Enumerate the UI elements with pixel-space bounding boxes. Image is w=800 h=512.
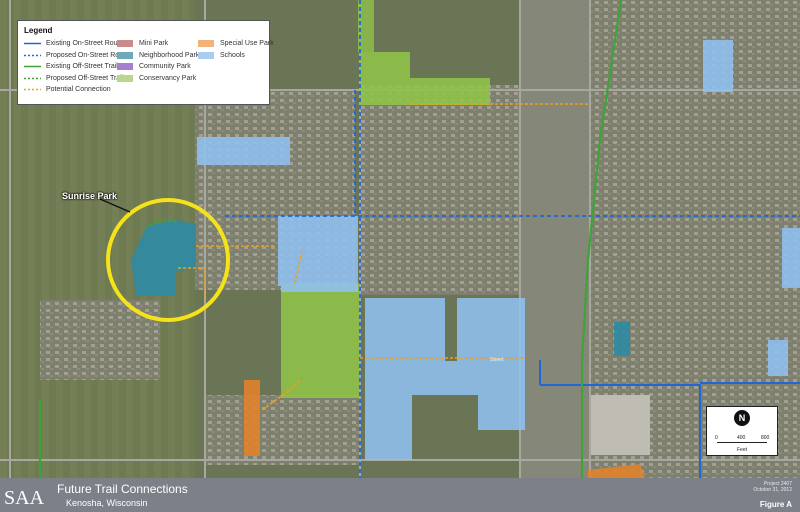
scale-bar: [717, 442, 767, 443]
conservancy-park-central: [281, 283, 360, 398]
legend-swatch: [198, 51, 214, 59]
project-date: October 31, 2012: [753, 487, 792, 493]
school: [278, 216, 358, 292]
mobile-home-park: [590, 395, 650, 455]
legend-swatch: [117, 74, 133, 82]
school: [703, 40, 733, 92]
legend-line-symbol: [24, 65, 41, 68]
school: [768, 340, 788, 376]
legend-line-symbol: [24, 42, 41, 45]
school: [197, 137, 290, 165]
commercial-area: [520, 0, 590, 478]
legend-item-label: Community Park: [139, 63, 191, 70]
legend-item-label: Neighborhood Park: [139, 51, 200, 59]
legend-item-label: Existing On-Street Route: [46, 40, 124, 47]
legend: Legend Existing On-Street Route Proposed …: [17, 20, 274, 105]
special-use-park: [244, 380, 260, 456]
legend-swatch: [117, 51, 133, 59]
legend-line-symbol: [24, 54, 41, 56]
legend-item-label: Schools: [220, 51, 245, 59]
legend-line-symbol: [24, 77, 41, 79]
legend-item-label: Special Use Park: [220, 40, 274, 47]
legend-item-label: Mini Park: [139, 40, 169, 47]
legend-item-label: Proposed Off-Street Trail: [46, 74, 124, 82]
figure-subtitle: Kenosha, Wisconsin: [66, 498, 148, 508]
north-arrow-scale-bar: N 0 400 800 Feet: [706, 406, 778, 456]
figure-number: Figure A: [759, 500, 792, 509]
saa-logo: SAA: [4, 487, 45, 509]
scale-tick: 800: [761, 435, 770, 441]
sunrise-park-label: Sunrise Park: [62, 191, 118, 201]
legend-swatch: [198, 40, 214, 47]
street-label: Street: [490, 357, 504, 363]
school: [782, 228, 800, 288]
saa-logo-text: SAA: [4, 487, 45, 509]
scale-tick: 400: [737, 435, 746, 441]
neighborhood-park: [614, 322, 630, 356]
school: [365, 298, 445, 361]
legend-item-label: Existing Off-Street Trail: [46, 63, 118, 70]
residential-area: [360, 85, 520, 295]
legend-swatch: [117, 40, 133, 47]
legend-line-symbol: [24, 88, 41, 91]
school: [457, 298, 525, 361]
north-arrow-icon: N: [734, 410, 750, 426]
legend-title: Legend: [24, 26, 53, 35]
scale-unit: Feet: [737, 447, 748, 453]
legend-item-label: Potential Connection: [46, 86, 111, 93]
legend-item-label: Conservancy Park: [139, 74, 197, 82]
figure-title: Future Trail Connections: [57, 482, 188, 496]
residential-area: [205, 395, 360, 465]
scale-tick: 0: [715, 435, 718, 441]
legend-swatch: [117, 63, 133, 70]
project-info: Project 2407 October 31, 2012: [753, 481, 792, 493]
map-figure: Street Sunrise Park Legend Existing On-S…: [0, 0, 800, 512]
